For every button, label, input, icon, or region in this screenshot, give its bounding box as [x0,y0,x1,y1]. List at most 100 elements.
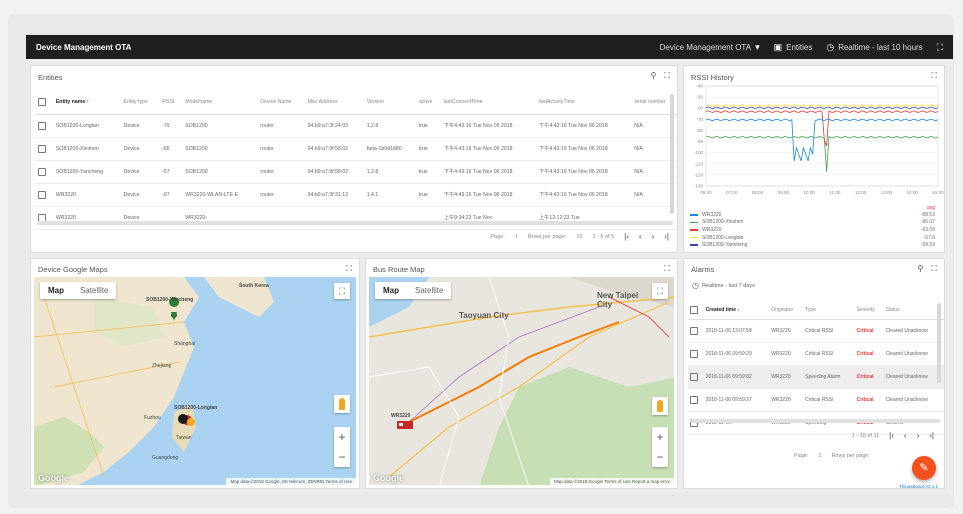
bus-zoom-in-button[interactable]: + [652,427,668,447]
bus-map-tab[interactable]: Map [375,282,407,299]
street-view-pegman-icon[interactable] [334,395,350,413]
column-header[interactable]: RSSI [159,90,183,115]
entities-button[interactable]: ▣ Entities [774,42,813,53]
zoom-in-button[interactable]: + [334,427,350,447]
table-cell: true [415,160,441,184]
table-row[interactable]: SOB1200-Xinshen Device -65 SOB1200 router 94:… [35,137,677,161]
map-tab[interactable]: Map [40,282,72,299]
alarms-page-select[interactable]: 1 [818,453,821,459]
table-cell: true [415,183,441,207]
timewindow-button[interactable]: ◷ Realtime - last 10 hours [826,42,922,53]
column-header[interactable]: Version [363,90,416,115]
table-cell: 94:b9:a7:3f:31:12 [304,183,364,207]
rssi-history-card: RSSI History ⛶ -40 -50 -60 -70 -80 -90 -100 -11… [683,65,945,253]
select-all-checkbox[interactable] [690,305,698,314]
column-header[interactable]: lastConnectTime [440,90,536,115]
table-cell: 上午9:34:23 Tue Nov [440,206,536,230]
last-page-icon[interactable]: ›| [664,232,669,241]
map-attribution: Map data ©2018 Google, SK telecom, ZENRI… [226,478,356,485]
table-cell: -65 [159,137,183,161]
alarm-row[interactable]: 2018-11-06 13:07:58 WR3220 Critical RSSI Cr… [688,319,944,343]
last-page-icon[interactable]: ›| [929,431,934,440]
entities-horizontal-scrollbar[interactable] [37,221,673,225]
rows-per-page-label: Rows per page: [527,233,567,240]
satellite-tab[interactable]: Satellite [72,282,116,299]
fullscreen-icon[interactable]: ⛶ [346,264,352,274]
map-type-control: Map Satellite [40,282,117,299]
table-row[interactable]: SOB1200-Yancheng Device -57 SOB1200 router 94… [35,160,677,184]
bus-map-fullscreen-icon[interactable]: ⛶ [652,283,668,299]
prev-page-icon[interactable]: ‹ [639,232,642,241]
bus-map-view[interactable]: New Taipei City Taoyuan City WR3220 Map … [369,277,674,485]
row-checkbox-cell [35,206,53,230]
dashboard-select[interactable]: Device Management OTA ▾ [660,42,760,53]
table-row[interactable]: SOB1200-Longtan Device -79 SOB1200 router 94:… [35,114,677,138]
row-checkbox[interactable] [38,167,46,176]
fullscreen-icon[interactable]: ⛶ [664,264,670,274]
alarms-horizontal-scrollbar[interactable] [690,419,940,423]
plot-area [705,85,939,187]
legend-item[interactable]: WR3220 -63.09 [690,226,935,234]
x-tick-label: 08:00 [752,190,764,195]
table-row[interactable]: WR3220 Device WR3220- 上午9:34:23 Tue Nov 上午12… [35,206,677,230]
edit-fab-button[interactable]: ✎ [912,456,936,480]
rows-per-page-select[interactable]: 10 [576,234,582,240]
row-checkbox[interactable] [690,326,698,335]
next-page-icon[interactable]: › [917,431,920,440]
alarm-row[interactable]: 2018-11-06 09:59:02 WR3220 Speeding Alarm C… [688,365,944,389]
next-page-icon[interactable]: › [652,232,655,241]
legend-item[interactable]: SOB1200-Longtan -57.6 [690,234,935,242]
alarms-vertical-scrollbar[interactable] [937,303,941,383]
zoom-out-button[interactable]: − [334,447,350,467]
column-header[interactable]: active [415,90,441,115]
column-header[interactable]: Status [883,301,944,320]
column-header[interactable]: Type [803,301,855,320]
alarms-timewindow[interactable]: ◷ Realtime - last 7 days [692,281,755,290]
search-icon[interactable]: ⚲ [918,264,924,274]
entities-vertical-scrollbar[interactable] [670,94,674,214]
column-header[interactable]: Severity [854,301,884,320]
prev-page-icon[interactable]: ‹ [904,431,907,440]
bus-zoom-out-button[interactable]: − [652,447,668,467]
row-checkbox[interactable] [690,372,698,381]
bus-street-view-pegman-icon[interactable] [652,397,668,415]
map-fullscreen-icon[interactable]: ⛶ [334,283,350,299]
table-row[interactable]: WR3220 Device -87 WR3220-WLAN-LTE-E router 94… [35,183,677,207]
column-header[interactable]: Created time ↓ [703,301,770,320]
row-checkbox[interactable] [38,144,46,153]
legend-item[interactable]: WR3220 -88.53 [690,211,935,219]
y-tick-label: -60 [696,106,703,111]
column-header[interactable]: Entity name ↑ [52,90,121,115]
fullscreen-button[interactable]: ⛶ [937,42,943,53]
legend-label: SOB1200-Longtan [702,234,744,241]
alarm-row[interactable]: 2018-11-06 09:59:29 WR3220 Critical RSSI Cr… [688,342,944,366]
column-header[interactable]: Originator [769,301,804,320]
series-line-wr3220-a [705,118,939,162]
row-checkbox[interactable] [38,121,46,130]
column-header[interactable]: Device Name [257,90,305,115]
fullscreen-icon[interactable]: ⛶ [664,71,670,81]
legend-item[interactable]: SOB1200-Yancheng -59.59 [690,241,935,249]
table-cell: WR3220 [769,388,804,412]
alarm-row[interactable]: 2018-11-06 09:59:27 WR3220 Critical RSSI Cr… [688,388,944,412]
version-footer: ThingsBoard v2.1.1 [898,484,938,489]
row-checkbox[interactable] [38,190,46,199]
first-page-icon[interactable]: |‹ [889,431,894,440]
first-page-icon[interactable]: |‹ [624,232,629,241]
row-checkbox[interactable] [690,395,698,404]
row-checkbox[interactable] [690,349,698,358]
page-select[interactable]: 1 [515,234,518,240]
column-header[interactable]: Entity type [120,90,160,115]
alarms-table: Created time ↓ Originator Type Severity Stat… [688,301,944,435]
entities-button-label: Entities [786,42,813,52]
search-icon[interactable]: ⚲ [651,71,657,81]
bus-satellite-tab[interactable]: Satellite [407,282,451,299]
select-all-checkbox[interactable] [38,97,46,106]
legend-item[interactable]: SOB1200-Xinshen -86.07 [690,219,935,227]
fullscreen-icon[interactable]: ⛶ [931,264,937,274]
column-header[interactable]: Modelname [182,90,258,115]
column-header[interactable]: lastActivityTime [535,90,632,115]
page-label: Page: [490,233,505,240]
google-map-view[interactable]: South Korea SOB1200-Yancheng Shanghai Zh… [34,277,356,485]
column-header[interactable]: Mac Address [304,90,364,115]
